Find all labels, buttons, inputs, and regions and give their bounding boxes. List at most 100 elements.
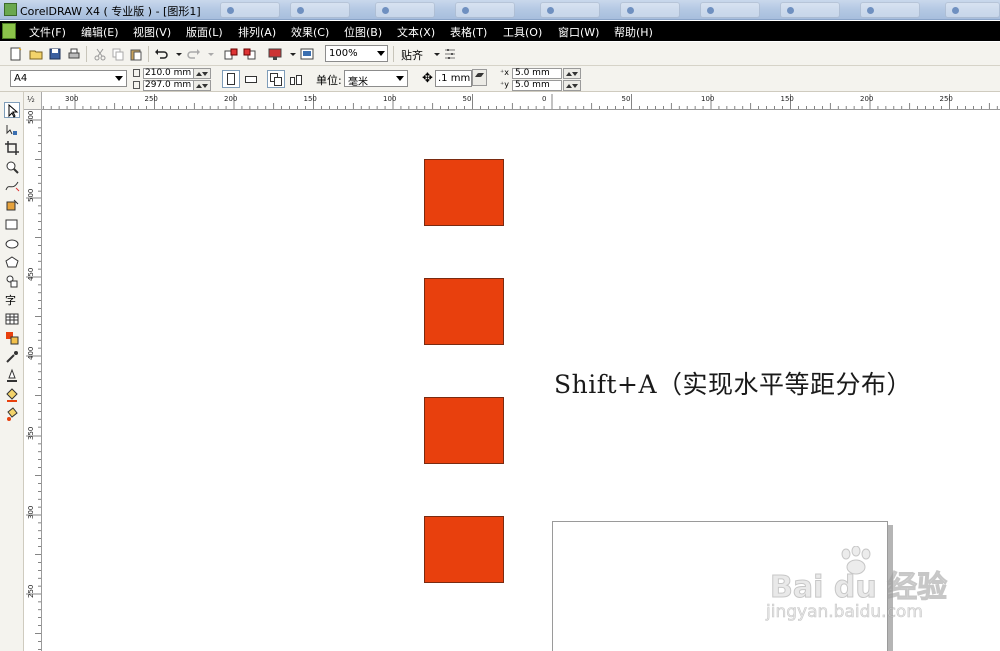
ruler-tick-label: 50 (463, 95, 472, 103)
standard-toolbar: 100% 贴齐 (0, 42, 1000, 66)
menu-arrange[interactable]: 排列(A) (238, 24, 276, 40)
ellipse-tool-icon[interactable] (4, 235, 20, 251)
nudge-distance-field[interactable]: .1 mm (435, 70, 472, 87)
watermark-url-text: jingyan.baidu.com (766, 602, 923, 623)
menu-text[interactable]: 文本(X) (397, 24, 435, 40)
coreldraw-app-icon (4, 3, 17, 16)
background-tab (700, 2, 760, 18)
menu-tools[interactable]: 工具(O) (503, 24, 542, 40)
application-launcher-icon[interactable] (267, 46, 283, 62)
page-width-spinner[interactable] (193, 68, 211, 79)
copy-icon[interactable] (110, 46, 126, 62)
blend-tool-icon[interactable] (4, 330, 20, 346)
duplicate-y-value[interactable]: 5.0 mm (512, 80, 562, 91)
menu-window[interactable]: 窗口(W) (558, 24, 599, 40)
units-select[interactable]: 毫米 (344, 70, 408, 88)
menu-view[interactable]: 视图(V) (133, 24, 171, 40)
smart-fill-tool-icon[interactable] (4, 197, 20, 213)
fill-tool-icon[interactable] (4, 387, 20, 403)
ruler-corner-label: ½ (27, 95, 35, 104)
undo-icon[interactable] (154, 46, 170, 62)
ruler-tick-label: 250 (145, 95, 158, 103)
menu-table[interactable]: 表格(T) (450, 24, 487, 40)
document-icon[interactable] (2, 23, 16, 39)
orange-rectangle-1[interactable] (424, 159, 504, 226)
ruler-tick-label: 200 (224, 95, 237, 103)
new-document-icon[interactable] (8, 46, 24, 62)
undo-dropdown-icon[interactable] (171, 46, 182, 62)
outline-tool-icon[interactable] (4, 368, 20, 384)
property-bar: A4 210.0 mm 297.0 mm 单位: 毫米 ✥ .1 mm ⁺x 5… (0, 66, 1000, 92)
menu-file[interactable]: 文件(F) (29, 24, 66, 40)
duplicate-x-value[interactable]: 5.0 mm (512, 68, 562, 79)
pick-tool-icon[interactable] (4, 102, 20, 118)
redo-icon[interactable] (185, 46, 201, 62)
background-taskbar-tabs (200, 2, 1000, 18)
eyedropper-tool-icon[interactable] (4, 349, 20, 365)
background-tab (290, 2, 350, 18)
paste-icon[interactable] (128, 46, 144, 62)
background-tab (540, 2, 600, 18)
save-icon[interactable] (47, 46, 63, 62)
redo-dropdown-icon[interactable] (203, 46, 214, 62)
ruler-tick-label: 300 (65, 95, 78, 103)
welcome-screen-icon[interactable] (299, 46, 315, 62)
portrait-button[interactable] (222, 70, 240, 88)
crop-tool-icon[interactable] (4, 140, 20, 156)
freehand-tool-icon[interactable] (4, 178, 20, 194)
snap-to-menu[interactable]: 贴齐 (401, 47, 423, 63)
ruler-tick-label: 50 (622, 95, 631, 103)
landscape-button[interactable] (242, 70, 260, 88)
polygon-tool-icon[interactable] (4, 254, 20, 270)
chevron-down-icon (115, 76, 123, 81)
nudge-distance-spinner[interactable] (472, 69, 487, 86)
ruler-tick-label: 100 (383, 95, 396, 103)
duplicate-x-spinner[interactable] (563, 68, 581, 79)
all-pages-icon (274, 77, 282, 86)
launcher-dropdown-icon[interactable] (285, 46, 296, 62)
toolbar-separator (86, 46, 87, 62)
current-page-icon (296, 75, 302, 85)
cut-icon[interactable] (92, 46, 108, 62)
menu-effects[interactable]: 效果(C) (291, 24, 329, 40)
ruler-tick-label: 500 (27, 111, 35, 124)
menu-bitmaps[interactable]: 位图(B) (344, 24, 382, 40)
basic-shapes-tool-icon[interactable] (4, 273, 20, 289)
menu-bar: 文件(F) 编辑(E) 视图(V) 版面(L) 排列(A) 效果(C) 位图(B… (0, 21, 1000, 41)
vertical-ruler[interactable]: 500 500 450 400 350 300 250 (24, 110, 42, 651)
menu-edit[interactable]: 编辑(E) (81, 24, 119, 40)
orange-rectangle-3[interactable] (424, 397, 504, 464)
ruler-origin[interactable]: ½ (24, 92, 42, 110)
page-height-spinner[interactable] (193, 80, 211, 91)
open-folder-icon[interactable] (28, 46, 44, 62)
paper-size-select[interactable]: A4 (10, 70, 127, 87)
shape-tool-icon[interactable] (4, 122, 20, 138)
all-pages-button[interactable] (267, 70, 285, 88)
nudge-distance-icon: ✥ (422, 71, 433, 86)
horizontal-ruler[interactable]: 300 250 200 150 100 50 0 50 100 150 200 250 (42, 92, 1000, 110)
window-title: CorelDRAW X4 ( 专业版 ) - [图形1] (20, 5, 201, 18)
snap-dropdown-icon[interactable] (429, 46, 440, 62)
orange-rectangle-4[interactable] (424, 516, 504, 583)
orange-rectangle-2[interactable] (424, 278, 504, 345)
shortcut-annotation-text[interactable]: Shift+A（实现水平等距分布） (554, 365, 912, 401)
table-tool-icon[interactable] (4, 311, 20, 327)
duplicate-y-spinner[interactable] (563, 80, 581, 91)
rectangle-tool-icon[interactable] (4, 216, 20, 232)
import-icon[interactable] (223, 46, 239, 62)
options-icon[interactable] (442, 46, 458, 62)
zoom-tool-icon[interactable] (4, 159, 20, 175)
ruler-tick-label: 500 (27, 189, 35, 202)
menu-help[interactable]: 帮助(H) (614, 24, 653, 40)
landscape-icon (245, 76, 257, 83)
current-page-button[interactable] (287, 70, 305, 88)
baidu-jingyan-watermark: Bai du 经验 jingyan.baidu.com (760, 546, 960, 626)
text-tool-icon[interactable]: 字 (5, 292, 16, 308)
export-icon[interactable] (242, 46, 258, 62)
zoom-level-select[interactable]: 100% (325, 45, 388, 62)
menu-layout[interactable]: 版面(L) (186, 24, 223, 40)
print-icon[interactable] (66, 46, 82, 62)
interactive-fill-tool-icon[interactable] (4, 406, 20, 422)
ruler-tick-label: 300 (27, 506, 35, 519)
ruler-tick-label: 150 (304, 95, 317, 103)
